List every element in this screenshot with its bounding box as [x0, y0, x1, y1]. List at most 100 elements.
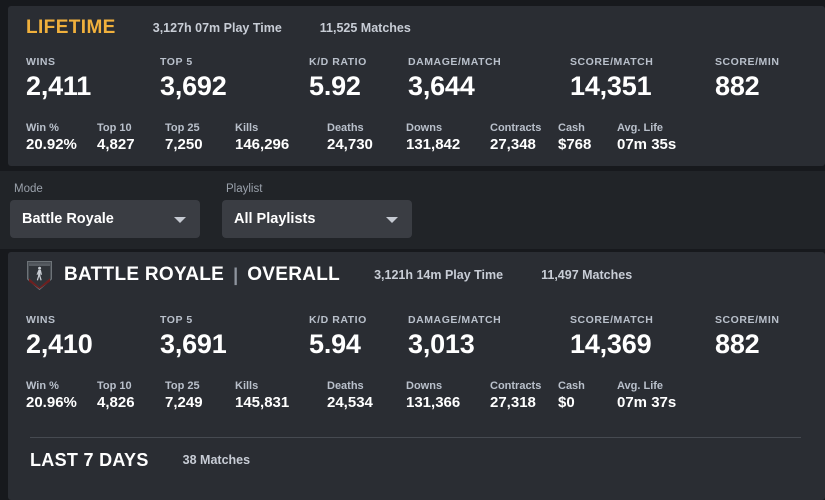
br-substat-contracts-label: Contracts: [490, 380, 542, 393]
br-substat-avg-life-label: Avg. Life: [617, 380, 664, 393]
br-substat-top25: Top 25 7,249: [165, 380, 235, 411]
lifetime-header: LIFETIME 3,127h 07m Play Time 11,525 Mat…: [8, 6, 825, 50]
br-stat-top5-value: 3,691: [160, 329, 227, 359]
br-stat-wins-value: 2,410: [26, 329, 93, 359]
stat-damage-per-match-value: 3,644: [408, 71, 475, 101]
substat-deaths-value: 24,730: [327, 136, 373, 154]
substat-contracts-label: Contracts: [490, 122, 542, 135]
br-substat-top10-value: 4,826: [97, 394, 135, 412]
mode-select[interactable]: Battle Royale: [10, 200, 200, 238]
mode-select-value: Battle Royale: [22, 211, 114, 227]
br-stat-damage-per-match: DAMAGE/MATCH 3,013: [408, 314, 570, 358]
substat-downs-value: 131,842: [406, 136, 461, 154]
battle-royale-primary-stats: WINS 2,410 TOP 5 3,691 K/D RATIO 5.94 DA…: [8, 314, 825, 358]
substat-win-pct: Win % 20.92%: [26, 122, 97, 153]
br-stat-wins: WINS 2,410: [26, 314, 160, 358]
br-stat-score-per-min-value: 882: [715, 329, 760, 359]
stat-score-per-match: SCORE/MATCH 14,351: [570, 56, 715, 100]
battle-royale-play-time: 3,121h 14m Play Time: [374, 268, 504, 282]
substat-avg-life: Avg. Life 07m 35s: [617, 122, 676, 153]
br-substat-cash: Cash $0: [558, 380, 617, 411]
br-stat-kd-ratio-label: K/D RATIO: [309, 314, 367, 326]
br-substat-avg-life-value: 07m 37s: [617, 394, 677, 412]
br-substat-top25-label: Top 25: [165, 380, 200, 393]
br-substat-deaths: Deaths 24,534: [327, 380, 406, 411]
substat-downs: Downs 131,842: [406, 122, 490, 153]
filter-bar: Mode Battle Royale Playlist All Playlist…: [0, 171, 825, 249]
br-substat-win-pct-label: Win %: [26, 380, 59, 393]
last-seven-days-header: LAST 7 DAYS 38 Matches: [8, 438, 825, 482]
br-substat-contracts: Contracts 27,318: [490, 380, 558, 411]
stat-kd-ratio-value: 5.92: [309, 71, 361, 101]
br-substat-kills-value: 145,831: [235, 394, 290, 412]
br-stat-score-per-min-label: SCORE/MIN: [715, 314, 780, 326]
br-stat-kd-ratio: K/D RATIO 5.94: [309, 314, 408, 358]
br-substat-kills: Kills 145,831: [235, 380, 327, 411]
substat-downs-label: Downs: [406, 122, 443, 135]
stat-score-per-match-label: SCORE/MATCH: [570, 56, 654, 68]
battle-royale-title: BATTLE ROYALE: [64, 264, 225, 285]
last-seven-days-title: LAST 7 DAYS: [30, 449, 149, 470]
br-stat-top5: TOP 5 3,691: [160, 314, 309, 358]
substat-contracts-value: 27,348: [490, 136, 536, 154]
stat-top5-value: 3,692: [160, 71, 227, 101]
stat-wins-label: WINS: [26, 56, 56, 68]
br-substat-downs-value: 131,366: [406, 394, 461, 412]
substat-top10-value: 4,827: [97, 136, 135, 154]
mode-filter-label: Mode: [14, 183, 43, 195]
br-substat-deaths-value: 24,534: [327, 394, 373, 412]
playlist-select[interactable]: All Playlists: [222, 200, 412, 238]
lifetime-matches: 11,525 Matches: [319, 21, 411, 35]
br-stat-kd-ratio-value: 5.94: [309, 329, 361, 359]
stat-damage-per-match: DAMAGE/MATCH 3,644: [408, 56, 570, 100]
substat-avg-life-value: 07m 35s: [617, 136, 677, 154]
playlist-select-value: All Playlists: [234, 211, 316, 227]
substat-cash: Cash $768: [558, 122, 617, 153]
lifetime-secondary-stats: Win % 20.92% Top 10 4,827 Top 25 7,250 K…: [8, 122, 825, 153]
substat-avg-life-label: Avg. Life: [617, 122, 664, 135]
br-substat-downs-label: Downs: [406, 380, 443, 393]
substat-win-pct-value: 20.92%: [26, 136, 77, 154]
br-substat-top10-label: Top 10: [97, 380, 132, 393]
battle-royale-matches: 11,497 Matches: [541, 268, 633, 282]
battle-royale-subtitle: OVERALL: [247, 264, 341, 285]
lifetime-play-time: 3,127h 07m Play Time: [152, 21, 282, 35]
br-substat-win-pct-value: 20.96%: [26, 394, 77, 412]
br-substat-avg-life: Avg. Life 07m 37s: [617, 380, 676, 411]
substat-top10: Top 10 4,827: [97, 122, 165, 153]
battle-royale-header: BATTLE ROYALE | OVERALL 3,121h 14m Play …: [8, 252, 825, 298]
substat-win-pct-label: Win %: [26, 122, 59, 135]
stat-score-per-min: SCORE/MIN 882: [715, 56, 779, 100]
substat-contracts: Contracts 27,348: [490, 122, 558, 153]
stats-overview-screen: LIFETIME 3,127h 07m Play Time 11,525 Mat…: [0, 0, 825, 500]
substat-kills: Kills 146,296: [235, 122, 327, 153]
br-stat-score-per-match-label: SCORE/MATCH: [570, 314, 654, 326]
br-substat-top10: Top 10 4,826: [97, 380, 165, 411]
stat-score-per-match-value: 14,351: [570, 71, 652, 101]
lifetime-panel: LIFETIME 3,127h 07m Play Time 11,525 Mat…: [8, 6, 825, 166]
substat-kills-value: 146,296: [235, 136, 290, 154]
substat-cash-label: Cash: [558, 122, 585, 135]
battle-royale-panel: BATTLE ROYALE | OVERALL 3,121h 14m Play …: [8, 252, 825, 500]
br-substat-contracts-value: 27,318: [490, 394, 536, 412]
br-substat-top25-value: 7,249: [165, 394, 203, 412]
substat-top25-label: Top 25: [165, 122, 200, 135]
br-substat-kills-label: Kills: [235, 380, 259, 393]
stat-wins-value: 2,411: [26, 71, 92, 101]
substat-kills-label: Kills: [235, 122, 259, 135]
filter-controls: Mode Battle Royale Playlist All Playlist…: [0, 171, 825, 238]
playlist-filter-label: Playlist: [226, 183, 263, 195]
lifetime-primary-stats: WINS 2,411 TOP 5 3,692 K/D RATIO 5.92 DA…: [8, 56, 825, 100]
br-substat-cash-value: $0: [558, 394, 575, 412]
substat-deaths-label: Deaths: [327, 122, 364, 135]
br-stat-damage-per-match-value: 3,013: [408, 329, 475, 359]
chevron-down-icon: [386, 217, 398, 223]
title-separator: |: [233, 264, 239, 285]
substat-top25: Top 25 7,250: [165, 122, 235, 153]
chevron-down-icon: [174, 217, 186, 223]
br-stat-wins-label: WINS: [26, 314, 56, 326]
stat-kd-ratio-label: K/D RATIO: [309, 56, 367, 68]
substat-deaths: Deaths 24,730: [327, 122, 406, 153]
br-substat-deaths-label: Deaths: [327, 380, 364, 393]
lifetime-title: LIFETIME: [26, 17, 116, 38]
